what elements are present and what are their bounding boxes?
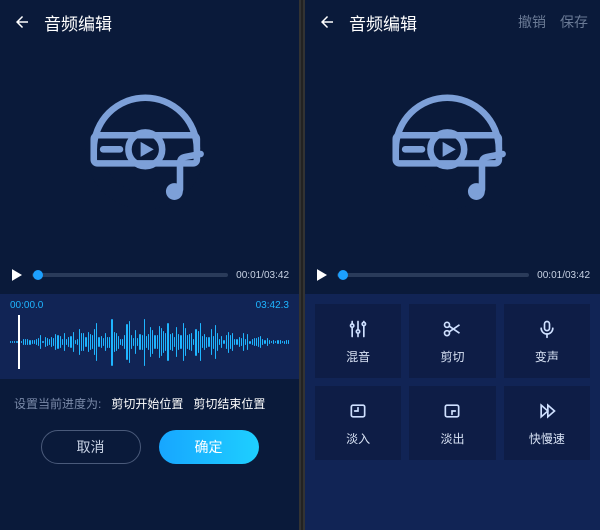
waveform[interactable] <box>10 315 289 369</box>
header: 音频编辑 撤销 保存 <box>305 0 600 44</box>
cut-start-button[interactable]: 剪切开始位置 <box>111 395 183 412</box>
progress-slider[interactable] <box>337 273 529 277</box>
back-icon[interactable] <box>12 12 32 32</box>
page-title: 音频编辑 <box>44 10 287 35</box>
time-display: 00:01/03:42 <box>537 270 590 281</box>
confirm-button[interactable]: 确定 <box>159 430 259 464</box>
screen-tools-mode: 音频编辑 撤销 保存 00:01/03:42 <box>305 0 600 530</box>
tool-cut[interactable]: 剪切 <box>409 304 495 378</box>
playback-bar: 00:01/03:42 <box>305 264 600 290</box>
set-position-label: 设置当前进度为: <box>14 395 101 412</box>
equalizer-icon <box>347 318 369 340</box>
back-icon[interactable] <box>317 12 337 32</box>
play-icon[interactable] <box>10 268 24 282</box>
artwork-icon <box>305 44 600 264</box>
time-display: 00:01/03:42 <box>236 270 289 281</box>
wave-start-time: 00:00.0 <box>10 300 43 311</box>
tools-panel: 混音 剪切 变声 <box>305 294 600 530</box>
progress-slider[interactable] <box>32 273 228 277</box>
speed-icon <box>536 400 558 422</box>
tool-label: 快慢速 <box>529 430 565 447</box>
page-title: 音频编辑 <box>349 10 506 35</box>
cut-end-button[interactable]: 剪切结束位置 <box>193 395 265 412</box>
tool-label: 变声 <box>535 348 559 365</box>
tool-label: 淡入 <box>346 430 370 447</box>
playback-bar: 00:01/03:42 <box>0 264 299 290</box>
tool-label: 淡出 <box>440 430 464 447</box>
tool-label: 剪切 <box>440 348 464 365</box>
wave-end-time: 03:42.3 <box>256 300 289 311</box>
tool-label: 混音 <box>346 348 370 365</box>
undo-button[interactable]: 撤销 <box>518 12 546 32</box>
artwork-icon <box>0 44 299 264</box>
tool-fadein[interactable]: 淡入 <box>315 386 401 460</box>
fadein-icon <box>347 400 369 422</box>
header: 音频编辑 <box>0 0 299 44</box>
tool-voice[interactable]: 变声 <box>504 304 590 378</box>
fadeout-icon <box>441 400 463 422</box>
play-icon[interactable] <box>315 268 329 282</box>
microphone-icon <box>536 318 558 340</box>
screen-cut-mode: 音频编辑 00:01/03:42 00:00.0 03:42.3 <box>0 0 299 530</box>
tool-fadeout[interactable]: 淡出 <box>409 386 495 460</box>
tool-mix[interactable]: 混音 <box>315 304 401 378</box>
save-button[interactable]: 保存 <box>560 12 588 32</box>
tool-speed[interactable]: 快慢速 <box>504 386 590 460</box>
cancel-button[interactable]: 取消 <box>41 430 141 464</box>
waveform-cursor[interactable] <box>18 315 20 369</box>
waveform-panel: 00:00.0 03:42.3 <box>0 294 299 379</box>
scissors-icon <box>441 318 463 340</box>
action-row: 取消 确定 <box>0 424 299 478</box>
set-position-row: 设置当前进度为: 剪切开始位置 剪切结束位置 <box>0 389 299 424</box>
